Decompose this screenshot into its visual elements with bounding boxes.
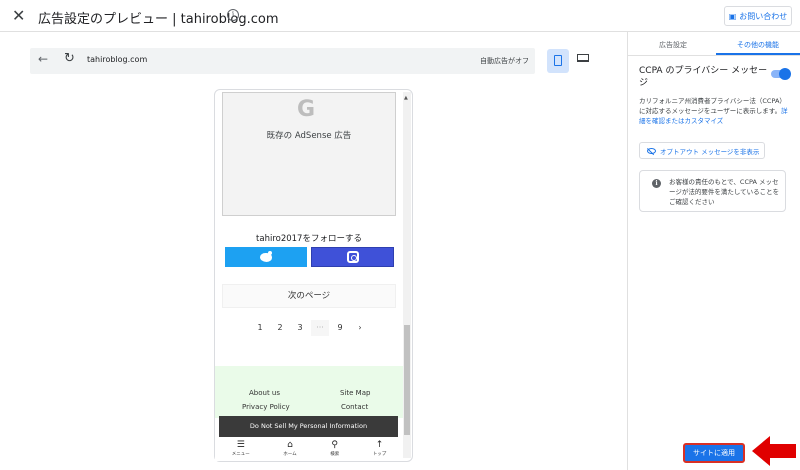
- tab-other-features[interactable]: その他の機能: [716, 40, 800, 50]
- follow-text: tahiro2017をフォローする: [256, 234, 362, 244]
- page-link[interactable]: 9: [331, 320, 349, 336]
- pagination: 1 2 3 ··· 9 ›: [251, 320, 369, 336]
- ccpa-title: CCPA のプライバシー メッセージ: [639, 66, 768, 88]
- next-page-icon[interactable]: ›: [351, 320, 369, 336]
- visibility-off-icon: [647, 147, 656, 154]
- contact-button[interactable]: ▣ お問い合わせ: [724, 6, 792, 26]
- do-not-sell-banner[interactable]: Do Not Sell My Personal Information: [219, 416, 398, 437]
- mobile-view-button[interactable]: [547, 49, 569, 73]
- search-icon: ⚲: [331, 440, 338, 450]
- footer-link-sitemap[interactable]: Site Map: [340, 389, 370, 397]
- mobile-nav-search[interactable]: ⚲ 検索: [330, 437, 339, 461]
- contact-button-label: お問い合わせ: [739, 11, 788, 21]
- phone-icon: [554, 55, 562, 66]
- instagram-follow-button[interactable]: [311, 247, 394, 267]
- page-ellipsis: ···: [311, 320, 329, 336]
- adsense-placeholder-text: 既存の AdSense 広告: [266, 131, 352, 141]
- instagram-icon: [346, 251, 359, 263]
- mobile-nav-top[interactable]: ↑ トップ: [373, 437, 387, 461]
- info-icon: i: [652, 179, 661, 188]
- toggle-knob: [779, 68, 791, 80]
- ccpa-description-text: カリフォルニア州消費者プライバシー法（CCPA）に対応するメッセージをユーザーに…: [639, 97, 786, 115]
- auto-ads-status: 自動広告がオフ: [480, 57, 529, 65]
- mobile-bottom-nav: ☰ メニュー ⌂ ホーム ⚲ 検索 ↑ トップ: [215, 437, 403, 461]
- mobile-nav-label: トップ: [372, 452, 387, 457]
- hide-optout-label: オプトアウト メッセージを非表示: [660, 147, 760, 156]
- preview-address-bar: ← ↻ tahiroblog.com 自動広告がオフ: [30, 48, 535, 74]
- menu-icon: ☰: [236, 440, 245, 450]
- tab-ad-settings[interactable]: 広告設定: [638, 40, 708, 50]
- mobile-nav-label: 検索: [330, 452, 340, 457]
- preview-scrollbar-thumb[interactable]: [404, 325, 410, 435]
- hide-optout-button[interactable]: オプトアウト メッセージを非表示: [639, 142, 765, 159]
- mobile-nav-label: ホーム: [283, 452, 297, 457]
- back-arrow-icon[interactable]: ←: [38, 52, 48, 66]
- scroll-up-icon[interactable]: ▲: [404, 95, 408, 101]
- ccpa-toggle[interactable]: [771, 68, 791, 80]
- feedback-icon: ▣: [728, 11, 737, 21]
- twitter-icon: [260, 250, 272, 262]
- apply-to-site-button[interactable]: サイトに適用: [683, 443, 745, 463]
- mobile-nav-label: メニュー: [231, 452, 250, 457]
- desktop-view-icon[interactable]: [577, 54, 589, 62]
- red-arrow-annotation-icon: [752, 436, 796, 466]
- page-link[interactable]: 2: [271, 320, 289, 336]
- ccpa-description: カリフォルニア州消費者プライバシー法（CCPA）に対応するメッセージをユーザーに…: [639, 96, 791, 126]
- footer-link-contact[interactable]: Contact: [341, 403, 368, 411]
- arrow-up-icon: ↑: [375, 440, 384, 450]
- next-page-link[interactable]: 次のページ: [222, 284, 396, 308]
- footer-link-about[interactable]: About us: [249, 389, 280, 397]
- info-icon[interactable]: i: [227, 9, 239, 21]
- google-logo-icon: G: [297, 97, 316, 122]
- ccpa-notice-text: お客様の責任のもとで、CCPA メッセージが法的要件を満たしていることをご確認く…: [669, 178, 780, 206]
- footer-link-privacy[interactable]: Privacy Policy: [242, 403, 290, 411]
- tab-divider: [628, 55, 800, 56]
- page-link[interactable]: 3: [291, 320, 309, 336]
- home-icon: ⌂: [287, 440, 293, 450]
- twitter-follow-button[interactable]: [225, 247, 307, 267]
- close-icon[interactable]: ✕: [12, 6, 25, 26]
- top-bar: ✕ 広告設定のプレビュー | tahiroblog.com i ▣ お問い合わせ: [0, 0, 800, 32]
- page-title: 広告設定のプレビュー | tahiroblog.com: [38, 12, 279, 27]
- preview-url: tahiroblog.com: [87, 55, 148, 64]
- mobile-nav-menu[interactable]: ☰ メニュー: [232, 437, 250, 461]
- page-link[interactable]: 1: [251, 320, 269, 336]
- reload-icon[interactable]: ↻: [64, 51, 75, 66]
- mobile-nav-home[interactable]: ⌂ ホーム: [283, 437, 296, 461]
